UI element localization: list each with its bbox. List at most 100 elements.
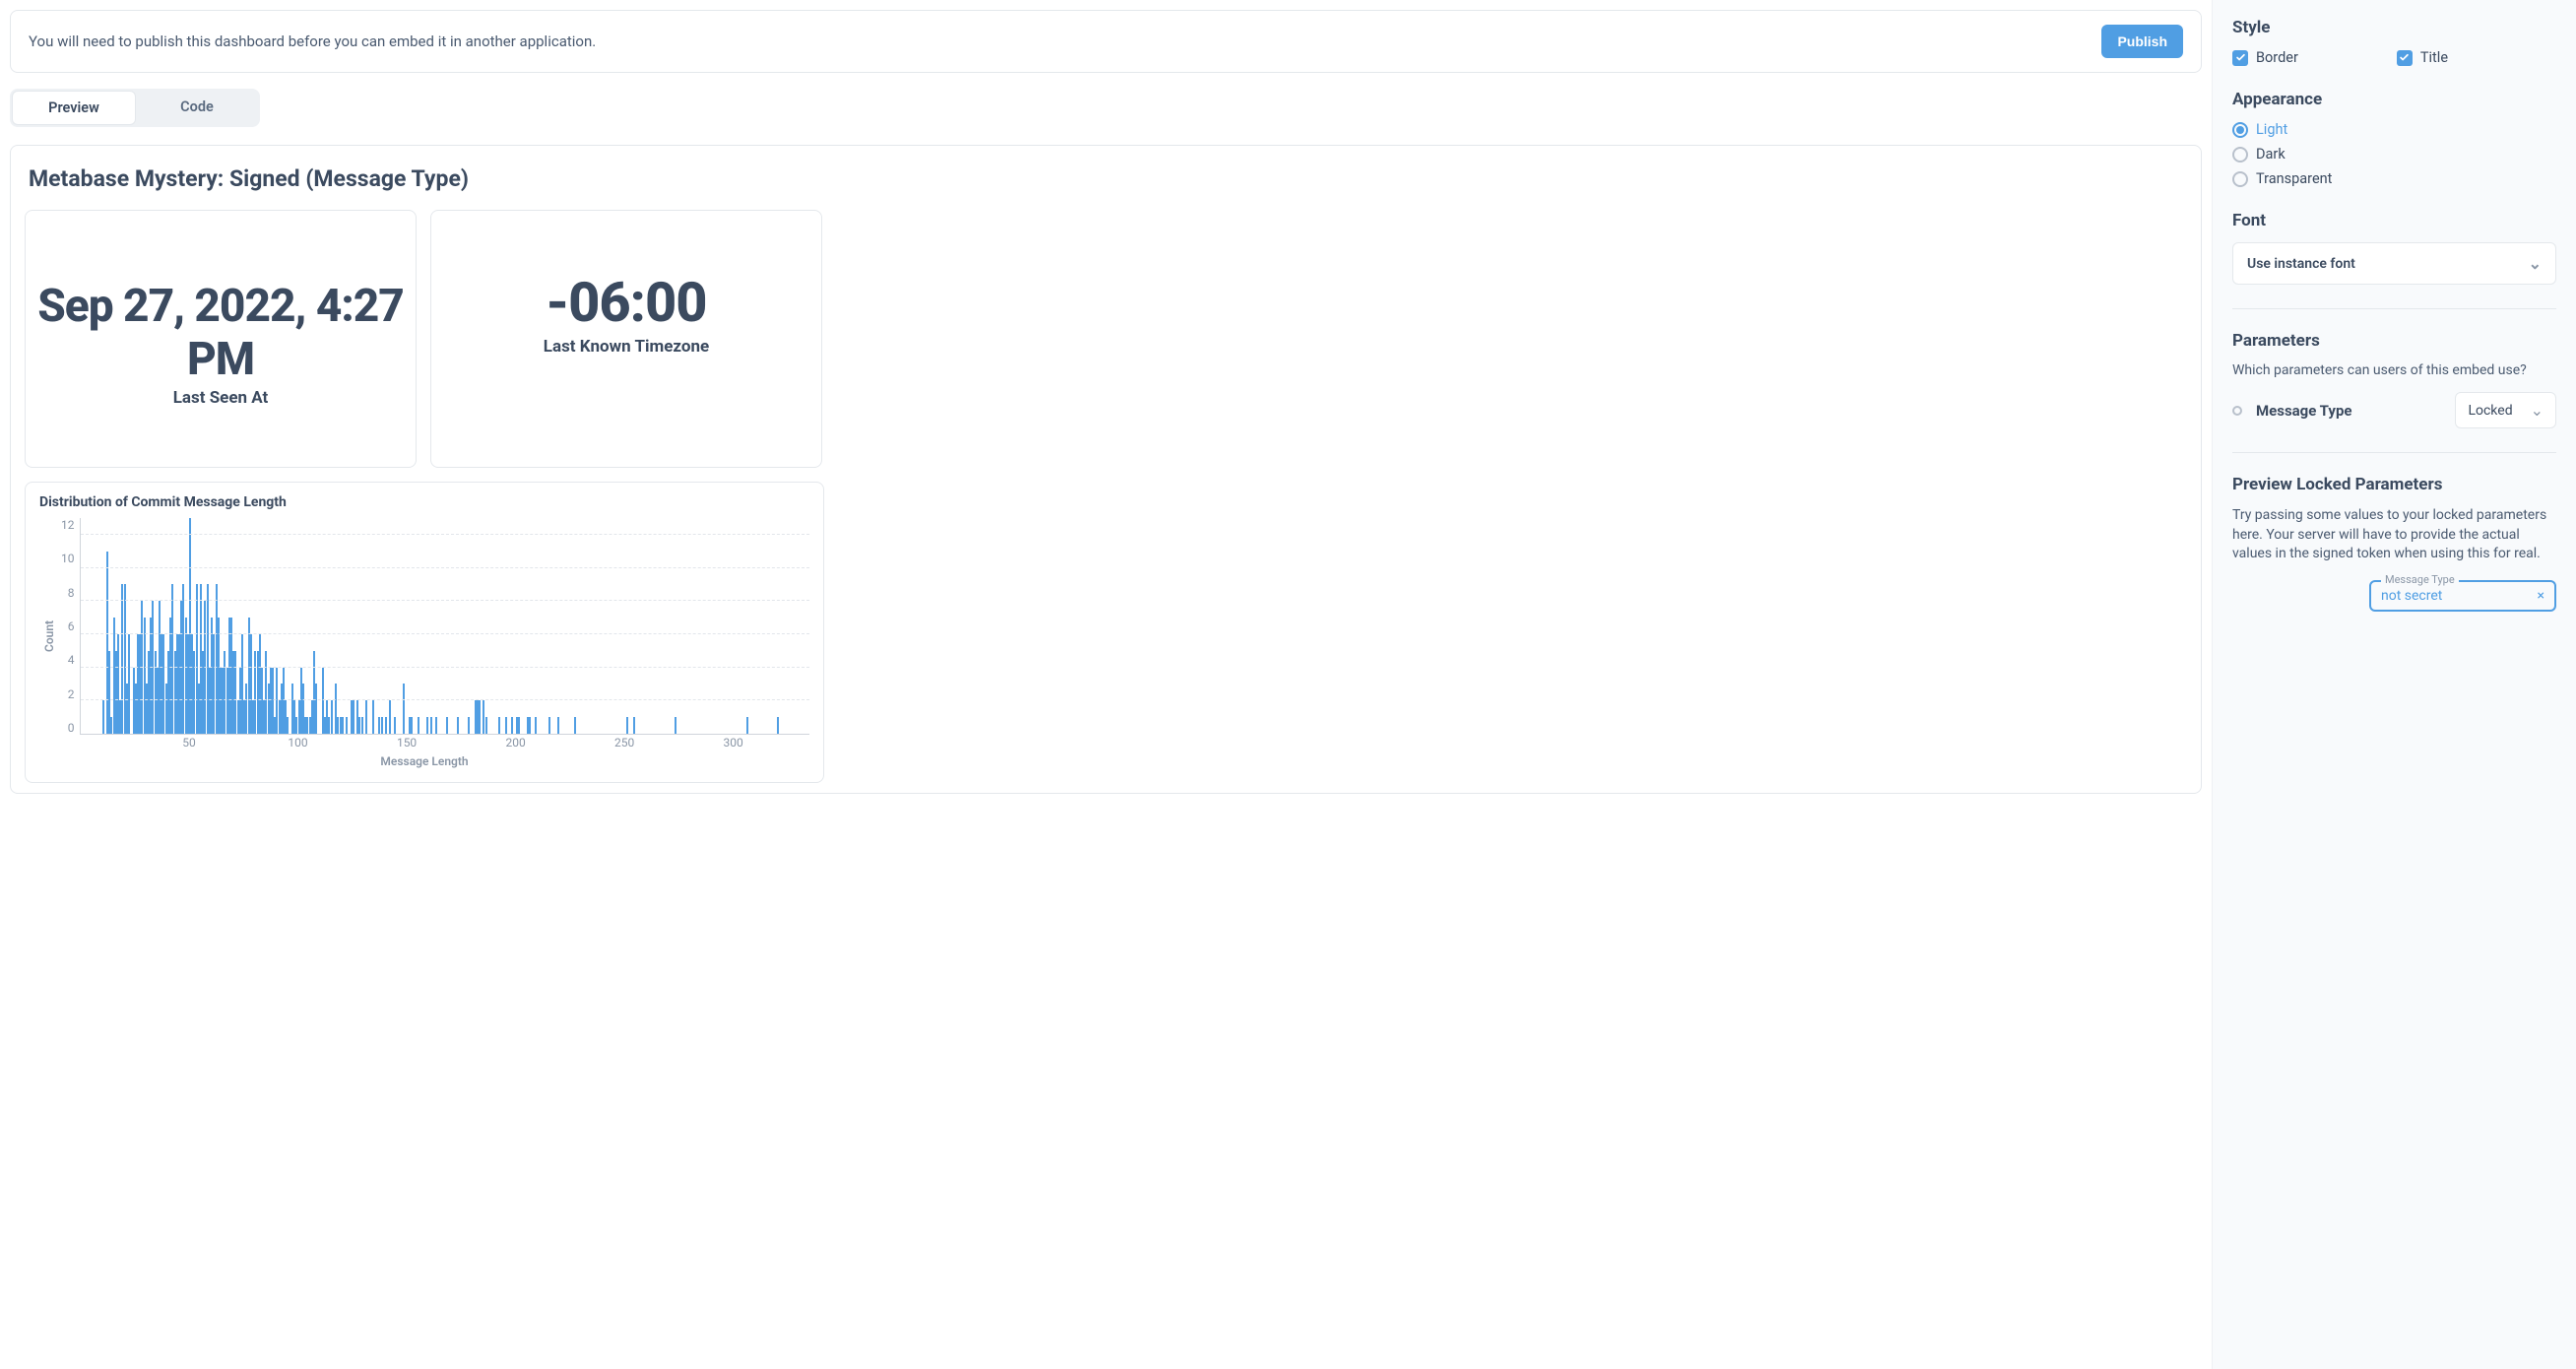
bar — [518, 717, 520, 734]
param-radio-icon[interactable] — [2232, 406, 2242, 416]
bar — [372, 700, 374, 734]
y-tick: 10 — [61, 552, 75, 565]
bar — [389, 700, 391, 734]
radio-dark[interactable]: Dark — [2232, 146, 2556, 163]
checkbox-border[interactable]: Border — [2232, 49, 2298, 66]
param-state: Locked — [2468, 403, 2512, 419]
locked-param-label: Message Type — [2381, 573, 2459, 586]
font-select[interactable]: Use instance font ⌄ — [2232, 242, 2556, 285]
x-tick: 150 — [397, 736, 417, 750]
tab-preview[interactable]: Preview — [12, 91, 136, 125]
publish-button[interactable]: Publish — [2101, 25, 2183, 58]
param-name: Message Type — [2256, 402, 2351, 420]
bar — [535, 717, 537, 734]
bar — [557, 717, 559, 734]
bar — [381, 717, 383, 734]
bar — [468, 717, 470, 734]
bar — [315, 684, 317, 734]
radio-icon — [2232, 147, 2248, 163]
card-timezone: -06:00 Last Known Timezone — [430, 210, 822, 468]
bar — [498, 717, 500, 734]
section-appearance: Appearance Light Dark Transparent — [2232, 90, 2556, 187]
preview-container: Metabase Mystery: Signed (Message Type) … — [10, 145, 2202, 794]
bar — [446, 717, 448, 734]
bar — [102, 700, 104, 734]
x-tick: 100 — [288, 736, 307, 750]
parameters-desc: Which parameters can users of this embed… — [2232, 362, 2556, 378]
checkbox-title[interactable]: Title — [2397, 49, 2448, 66]
bar — [365, 700, 367, 734]
last-seen-label: Last Seen At — [35, 388, 406, 408]
bar — [574, 717, 576, 734]
style-title: Style — [2232, 18, 2556, 37]
bar — [511, 717, 513, 734]
embed-tabs: Preview Code — [10, 89, 260, 127]
dark-label: Dark — [2256, 146, 2286, 163]
bar — [479, 700, 481, 734]
section-preview-locked: Preview Locked Parameters Try passing so… — [2232, 475, 2556, 612]
divider — [2232, 308, 2556, 309]
x-tick: 300 — [724, 736, 743, 750]
section-font: Font Use instance font ⌄ — [2232, 211, 2556, 285]
preview-locked-desc: Try passing some values to your locked p… — [2232, 506, 2556, 564]
x-tick: 200 — [505, 736, 525, 750]
parameter-row: Message Type Locked ⌄ — [2232, 392, 2556, 428]
bar — [777, 717, 779, 734]
bar — [457, 717, 459, 734]
bar — [346, 717, 348, 734]
check-icon — [2232, 50, 2248, 66]
y-tick: 4 — [61, 653, 75, 667]
radio-transparent[interactable]: Transparent — [2232, 170, 2556, 187]
param-state-select[interactable]: Locked ⌄ — [2455, 392, 2556, 428]
bar — [746, 717, 748, 734]
y-tick: 12 — [61, 518, 75, 532]
chart-plot: 50100150200250300 — [80, 518, 810, 735]
bar — [529, 717, 531, 734]
bar — [548, 717, 550, 734]
locked-param-input[interactable]: Message Type not secret × — [2369, 580, 2556, 612]
dashboard-title: Metabase Mystery: Signed (Message Type) — [25, 165, 2187, 192]
section-style: Style Border Title — [2232, 18, 2556, 66]
font-title: Font — [2232, 211, 2556, 230]
scalar-cards-row: Sep 27, 2022, 4:27 PM Last Seen At -06:0… — [25, 210, 2187, 468]
chart-bars — [81, 518, 810, 734]
card-last-seen: Sep 27, 2022, 4:27 PM Last Seen At — [25, 210, 417, 468]
radio-light[interactable]: Light — [2232, 121, 2556, 138]
bar — [331, 700, 333, 734]
bar — [485, 717, 487, 734]
bar — [633, 717, 635, 734]
bar — [342, 717, 344, 734]
timezone-value: -06:00 — [441, 270, 811, 335]
radio-icon — [2232, 171, 2248, 187]
x-axis-label: Message Length — [39, 754, 809, 768]
x-tick: 250 — [614, 736, 634, 750]
chart-area: Count 121086420 50100150200250300 — [39, 518, 809, 754]
preview-locked-title: Preview Locked Parameters — [2232, 475, 2556, 494]
bar — [675, 717, 676, 734]
bar — [411, 717, 413, 734]
bar — [361, 717, 363, 734]
border-label: Border — [2256, 49, 2298, 66]
parameters-title: Parameters — [2232, 331, 2556, 351]
locked-param-value: not secret — [2381, 588, 2442, 604]
y-tick: 6 — [61, 619, 75, 633]
settings-sidebar: Style Border Title Appearance — [2212, 0, 2576, 1369]
y-tick: 0 — [61, 721, 75, 735]
bar — [287, 717, 289, 734]
transparent-label: Transparent — [2256, 170, 2332, 187]
chart-card: Distribution of Commit Message Length Co… — [25, 482, 824, 783]
bar — [505, 717, 507, 734]
radio-icon — [2232, 122, 2248, 138]
font-selected: Use instance font — [2247, 256, 2355, 272]
chart-title: Distribution of Commit Message Length — [39, 494, 809, 510]
banner-text: You will need to publish this dashboard … — [29, 33, 596, 50]
chevron-down-icon: ⌄ — [2531, 401, 2544, 420]
y-tick: 8 — [61, 586, 75, 600]
bar — [385, 717, 387, 734]
close-icon[interactable]: × — [2538, 588, 2544, 604]
last-seen-value: Sep 27, 2022, 4:27 PM — [35, 280, 406, 386]
tab-code[interactable]: Code — [136, 91, 258, 125]
y-axis-label: Count — [39, 518, 56, 754]
light-label: Light — [2256, 121, 2287, 138]
x-tick: 50 — [182, 736, 196, 750]
